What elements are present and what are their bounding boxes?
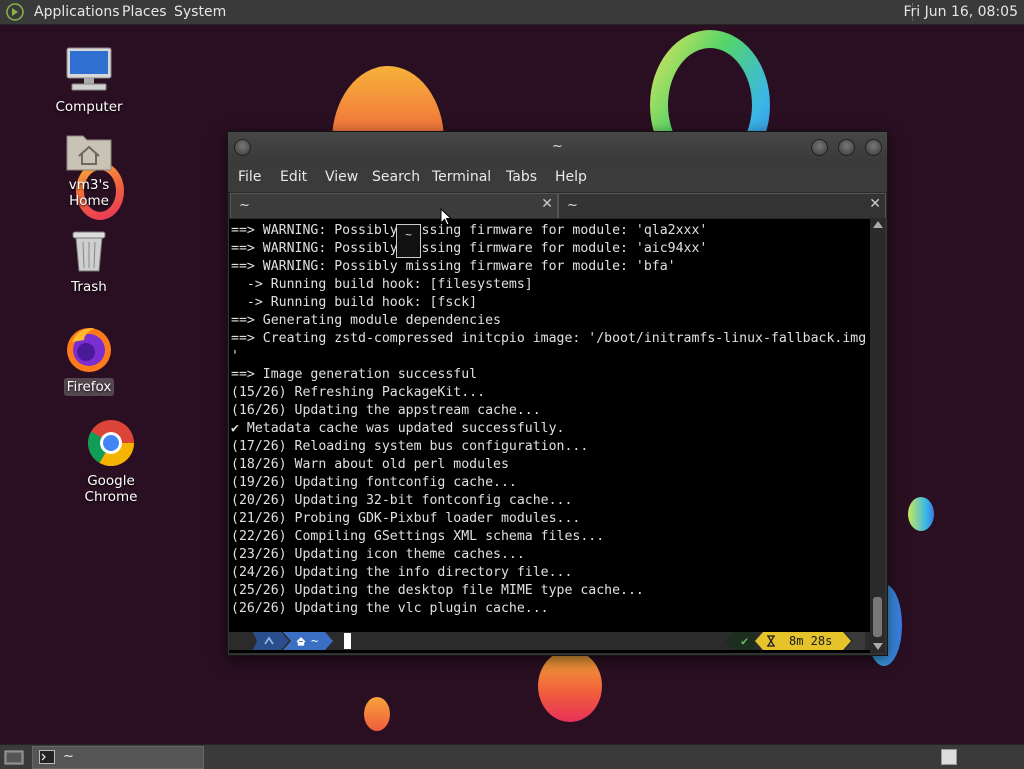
tab-label: ~ [239, 198, 250, 213]
status-ok-icon: ✔ [741, 634, 749, 648]
show-desktop-icon[interactable] [4, 748, 24, 766]
wallpaper-shape [908, 497, 934, 531]
menu-places[interactable]: Places [122, 4, 167, 20]
desktop-icon-home[interactable]: vm3's Home [44, 128, 134, 210]
terminal-line: ✔ Metadata cache was updated successfull… [231, 421, 565, 436]
terminal-lines: ==> WARNING: Possibly missing firmware f… [231, 222, 866, 618]
terminal-line: ==> Creating zstd-compressed initcpio im… [231, 331, 867, 346]
menu-system[interactable]: System [174, 4, 226, 20]
terminal-line: ==> WARNING: Possibly missing firmware f… [231, 259, 676, 274]
home-folder-icon [66, 135, 112, 171]
terminal-line: ==> WARNING: Possibly missing firmware f… [231, 223, 708, 238]
desktop-icon-computer[interactable]: Computer [48, 46, 130, 116]
firefox-icon [67, 328, 111, 372]
desktop-icon-label: Google Chrome [84, 473, 138, 505]
desktop-icon-chrome[interactable]: Google Chrome [58, 418, 164, 506]
terminal-line: ==> WARNING: Possibly missing firmware f… [231, 241, 708, 256]
menubar: File Edit View Search Terminal Tabs Help [228, 161, 887, 192]
taskbar-window-label: ~ [63, 749, 74, 764]
top-panel: Applications Places System Fri Jun 16, 0… [0, 0, 1024, 25]
text-cursor [344, 633, 351, 649]
menu-help[interactable]: Help [555, 169, 587, 185]
command-duration: 8m 28s [789, 634, 833, 648]
close-tab-icon[interactable]: ✕ [869, 196, 881, 212]
close-tab-icon[interactable]: ✕ [541, 196, 553, 212]
tab-1[interactable]: ~ ✕ [230, 193, 558, 218]
terminal-line: (16/26) Updating the appstream cache... [231, 403, 541, 418]
terminal-line: -> Running build hook: [filesystems] [231, 277, 533, 292]
window-menu-icon[interactable] [234, 139, 251, 156]
tooltip: ~ [396, 224, 421, 258]
computer-icon [66, 47, 112, 91]
mouse-pointer-icon [440, 208, 452, 226]
clock[interactable]: Fri Jun 16, 08:05 [903, 4, 1018, 20]
trash-icon [72, 231, 106, 272]
terminal-icon [39, 750, 55, 764]
desktop-icon-label: Computer [55, 99, 123, 115]
window-titlebar[interactable]: ~ [228, 132, 887, 161]
workspace-switcher[interactable] [941, 749, 957, 765]
terminal-scrollbar[interactable] [870, 219, 885, 653]
terminal-line: (24/26) Updating the info directory file… [231, 565, 573, 580]
chrome-icon [88, 420, 134, 466]
window-title: ~ [552, 139, 563, 154]
tab-label: ~ [567, 198, 578, 213]
taskbar-window-terminal[interactable]: ~ [32, 746, 204, 769]
desktop-icon-trash[interactable]: Trash [48, 228, 130, 296]
menu-terminal[interactable]: Terminal [432, 169, 491, 185]
scroll-thumb[interactable] [873, 597, 882, 637]
desktop-icon-label: vm3's Home [68, 177, 110, 209]
terminal-line: (19/26) Updating fontconfig cache... [231, 475, 517, 490]
wallpaper-shape [538, 650, 602, 722]
minimize-button[interactable] [811, 139, 828, 156]
menu-tabs[interactable]: Tabs [506, 169, 537, 185]
menu-view[interactable]: View [325, 169, 358, 185]
desktop-icon-label: Trash [71, 279, 107, 295]
wallpaper-shape [364, 697, 390, 731]
terminal-line: (22/26) Compiling GSettings XML schema f… [231, 529, 605, 544]
close-button[interactable] [865, 139, 882, 156]
prompt-segments-icon [253, 632, 333, 650]
desktop-icon-label: Firefox [63, 378, 115, 396]
distro-logo-icon[interactable] [6, 3, 24, 21]
terminal-line: ' [231, 349, 239, 364]
menu-edit[interactable]: Edit [280, 169, 307, 185]
terminal-line: ==> Generating module dependencies [231, 313, 501, 328]
menu-file[interactable]: File [238, 169, 261, 185]
terminal-line: (15/26) Refreshing PackageKit... [231, 385, 486, 400]
maximize-button[interactable] [838, 139, 855, 156]
terminal-line: (25/26) Updating the desktop file MIME t… [231, 583, 644, 598]
tab-bar: ~ ✕ ~ ✕ [228, 192, 887, 219]
terminal-line: ==> Image generation successful [231, 367, 478, 382]
prompt-bar: ~ ✔ 8m 28s [229, 632, 870, 650]
terminal-line: (23/26) Updating icon theme caches... [231, 547, 525, 562]
terminal-line: (18/26) Warn about old perl modules [231, 457, 509, 472]
menu-applications[interactable]: Applications [34, 4, 120, 20]
menu-search[interactable]: Search [372, 169, 420, 185]
tab-2[interactable]: ~ ✕ [558, 193, 886, 218]
terminal-line: (21/26) Probing GDK-Pixbuf loader module… [231, 511, 581, 526]
terminal-line: -> Running build hook: [fsck] [231, 295, 478, 310]
terminal-line: (26/26) Updating the vlc plugin cache... [231, 601, 549, 616]
terminal-window[interactable]: ~ File Edit View Search Terminal Tabs He… [227, 131, 888, 656]
bottom-panel: ~ [0, 744, 1024, 769]
scroll-down-icon[interactable] [873, 643, 883, 650]
terminal-line: (20/26) Updating 32-bit fontconfig cache… [231, 493, 573, 508]
prompt-dir: ~ [311, 634, 319, 648]
desktop-icon-firefox[interactable]: Firefox [48, 324, 130, 396]
terminal-output[interactable]: ==> WARNING: Possibly missing firmware f… [229, 219, 870, 653]
terminal-line: (17/26) Reloading system bus configurati… [231, 439, 589, 454]
scroll-up-icon[interactable] [873, 221, 883, 228]
